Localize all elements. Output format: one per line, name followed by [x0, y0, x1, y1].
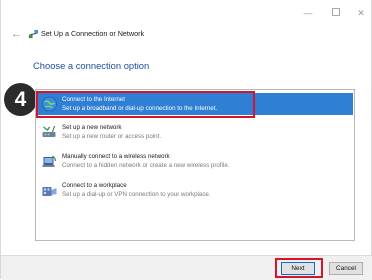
- step-number-badge: 4: [4, 83, 37, 116]
- setup-connection-window: — ✕ ← Set Up a Connection or Network Cho…: [0, 0, 372, 280]
- option-title: Set up a new network: [62, 124, 122, 131]
- next-button[interactable]: Next: [281, 262, 315, 275]
- connection-options-list: Connect to the Internet Set up a broadba…: [35, 89, 355, 241]
- navigation-bar: ← Set Up a Connection or Network: [1, 26, 372, 46]
- wireless-icon: [42, 155, 57, 167]
- option-description: Set up a dial-up or VPN connection to yo…: [62, 190, 211, 198]
- maximize-icon: [332, 8, 340, 16]
- window-title: Set Up a Connection or Network: [41, 29, 145, 38]
- option-description: Set up a broadband or dial-up connection…: [62, 104, 218, 112]
- option-workplace[interactable]: Connect to a workplace Set up a dial-up …: [38, 179, 353, 201]
- globe-icon: [42, 96, 57, 112]
- router-icon: [42, 125, 56, 137]
- option-manual-wireless[interactable]: Manually connect to a wireless network C…: [38, 150, 353, 172]
- option-new-network[interactable]: Set up a new network Set up a new router…: [38, 121, 353, 143]
- option-title: Connect to the Internet: [62, 96, 125, 103]
- network-wizard-icon: [28, 29, 39, 39]
- option-title: Connect to a workplace: [62, 182, 127, 189]
- option-description: Connect to a hidden network or create a …: [62, 161, 230, 169]
- cancel-button[interactable]: Cancel: [329, 262, 363, 275]
- footer-bar: Next Cancel: [1, 255, 372, 280]
- maximize-button[interactable]: [329, 8, 343, 18]
- workplace-icon: [42, 187, 57, 196]
- title-bar: — ✕: [1, 0, 372, 26]
- option-description: Set up a new router or access point.: [62, 132, 162, 140]
- option-connect-internet[interactable]: Connect to the Internet Set up a broadba…: [38, 93, 353, 115]
- option-title: Manually connect to a wireless network: [62, 153, 170, 160]
- back-arrow-icon[interactable]: ←: [11, 28, 22, 40]
- close-button[interactable]: ✕: [354, 8, 368, 18]
- page-heading: Choose a connection option: [33, 60, 150, 71]
- minimize-button[interactable]: —: [301, 8, 315, 18]
